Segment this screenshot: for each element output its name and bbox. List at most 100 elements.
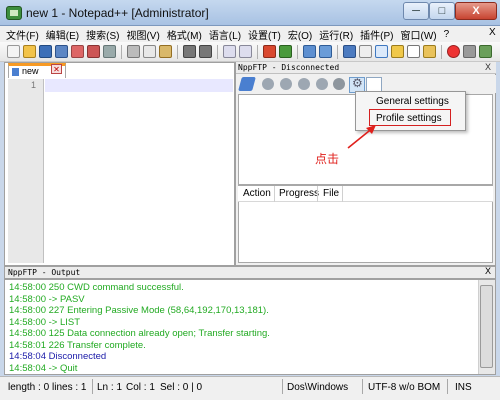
- find-icon[interactable]: [223, 45, 236, 58]
- menu-bar: 文件(F) 编辑(E) 搜索(S) 视图(V) 格式(M) 语言(L) 设置(T…: [0, 26, 500, 42]
- disconnect-icon[interactable]: [262, 78, 274, 90]
- status-separator: [282, 379, 283, 394]
- menu-search[interactable]: 搜索(S): [86, 27, 119, 42]
- zoom-in-icon[interactable]: [263, 45, 276, 58]
- print-icon[interactable]: [103, 45, 116, 58]
- undo-icon[interactable]: [183, 45, 196, 58]
- menu-edit[interactable]: 编辑(E): [46, 27, 79, 42]
- close-button[interactable]: X: [455, 2, 497, 20]
- output-line: 14:58:04 Disconnected: [9, 351, 106, 362]
- tab-label: new: [22, 66, 39, 76]
- toolbar-separator: [337, 45, 338, 59]
- redo-icon[interactable]: [199, 45, 212, 58]
- status-eol: Dos\Windows: [287, 382, 349, 393]
- function-list-icon[interactable]: [407, 45, 420, 58]
- menu-plugins[interactable]: 插件(P): [360, 27, 393, 42]
- column-separator: [274, 186, 275, 202]
- menu-language[interactable]: 语言(L): [209, 27, 241, 42]
- stop-macro-icon[interactable]: [463, 45, 476, 58]
- status-separator: [92, 379, 93, 394]
- close-all-icon[interactable]: [87, 45, 100, 58]
- main-toolbar: [0, 42, 500, 62]
- output-close-button[interactable]: X: [485, 266, 491, 276]
- menu-window[interactable]: 窗口(W): [401, 27, 437, 42]
- folder-workspace-icon[interactable]: [423, 45, 436, 58]
- output-timestamp: 14:58:00: [9, 316, 46, 328]
- menu-help[interactable]: ?: [444, 29, 450, 40]
- output-line: 14:58:00 250 CWD command successful.: [9, 282, 184, 293]
- annotation-text: 点击: [315, 152, 340, 166]
- menu-close-document-button[interactable]: X: [489, 27, 496, 38]
- toolbar-separator: [217, 45, 218, 59]
- word-wrap-icon[interactable]: [343, 45, 356, 58]
- toolbar-separator: [177, 45, 178, 59]
- output-line: 14:58:00 125 Data connection already ope…: [9, 328, 270, 339]
- general-settings-item[interactable]: General settings: [376, 96, 449, 107]
- upload-icon[interactable]: [298, 78, 310, 90]
- indent-guide-icon[interactable]: [375, 45, 388, 58]
- current-line-highlight[interactable]: [45, 79, 233, 92]
- close-file-icon[interactable]: [71, 45, 84, 58]
- paste-icon[interactable]: [159, 45, 172, 58]
- output-message: -> Quit: [48, 362, 78, 374]
- save-all-icon[interactable]: [55, 45, 68, 58]
- nppftp-close-button[interactable]: X: [485, 62, 491, 72]
- menu-run[interactable]: 运行(R): [319, 27, 353, 42]
- sync-vertical-icon[interactable]: [303, 45, 316, 58]
- menu-file[interactable]: 文件(F): [6, 27, 39, 42]
- output-title: NppFTP - Output: [4, 266, 496, 279]
- toolbar-separator: [257, 45, 258, 59]
- copy-icon[interactable]: [143, 45, 156, 58]
- queue-col-action[interactable]: Action: [243, 188, 271, 199]
- replace-icon[interactable]: [239, 45, 252, 58]
- menu-macro[interactable]: 宏(O): [288, 27, 312, 42]
- queue-col-progress[interactable]: Progress: [279, 188, 319, 199]
- status-separator: [362, 379, 363, 394]
- output-timestamp: 14:58:04: [9, 351, 46, 362]
- tab-close-icon[interactable]: ✕: [51, 64, 62, 74]
- output-timestamp: 14:58:00: [9, 293, 46, 305]
- queue-col-file[interactable]: File: [323, 188, 339, 199]
- sync-horizontal-icon[interactable]: [319, 45, 332, 58]
- download-icon[interactable]: [280, 78, 292, 90]
- status-length: length : 0: [8, 382, 50, 393]
- status-mode: INS: [455, 382, 472, 393]
- highlight-box: [369, 109, 451, 126]
- status-separator: [447, 379, 448, 394]
- show-all-chars-icon[interactable]: [359, 45, 372, 58]
- document-map-icon[interactable]: [391, 45, 404, 58]
- toolbar-separator: [297, 45, 298, 59]
- output-timestamp: 14:58:04: [9, 362, 46, 374]
- record-macro-icon[interactable]: [447, 45, 460, 58]
- output-line: 14:58:00 -> LIST: [9, 317, 80, 328]
- output-timestamp: 14:58:00: [9, 305, 46, 316]
- status-lines: lines : 1: [52, 382, 87, 393]
- file-saved-icon: [12, 68, 19, 76]
- abort-icon[interactable]: [333, 78, 345, 90]
- output-timestamp: 14:58:00: [9, 328, 46, 339]
- play-macro-icon[interactable]: [479, 45, 492, 58]
- menu-view[interactable]: 视图(V): [126, 27, 159, 42]
- window-title: new 1 - Notepad++ [Administrator]: [26, 6, 209, 20]
- menu-format[interactable]: 格式(M): [167, 27, 202, 42]
- output-line: 14:58:01 226 Transfer complete.: [9, 340, 146, 351]
- zoom-out-icon[interactable]: [279, 45, 292, 58]
- output-message: 226 Transfer complete.: [48, 339, 146, 351]
- open-file-icon[interactable]: [23, 45, 36, 58]
- output-scrollbar-thumb[interactable]: [480, 285, 493, 368]
- output-line: 14:58:00 -> PASV: [9, 294, 85, 305]
- new-file-icon[interactable]: [7, 45, 20, 58]
- output-line: 14:58:04 -> Quit: [9, 363, 77, 374]
- menu-settings[interactable]: 设置(T): [248, 27, 281, 42]
- line-number-gutter: [8, 79, 44, 263]
- cut-icon[interactable]: [127, 45, 140, 58]
- queue-header: [238, 186, 493, 202]
- refresh-icon[interactable]: [316, 78, 328, 90]
- save-icon[interactable]: [39, 45, 52, 58]
- output-message: -> PASV: [48, 293, 85, 305]
- output-message: Disconnected: [48, 351, 107, 362]
- minimize-button[interactable]: ─: [403, 2, 429, 20]
- output-timestamp: 14:58:00: [9, 282, 46, 293]
- maximize-button[interactable]: □: [429, 2, 455, 20]
- toolbar-separator: [121, 45, 122, 59]
